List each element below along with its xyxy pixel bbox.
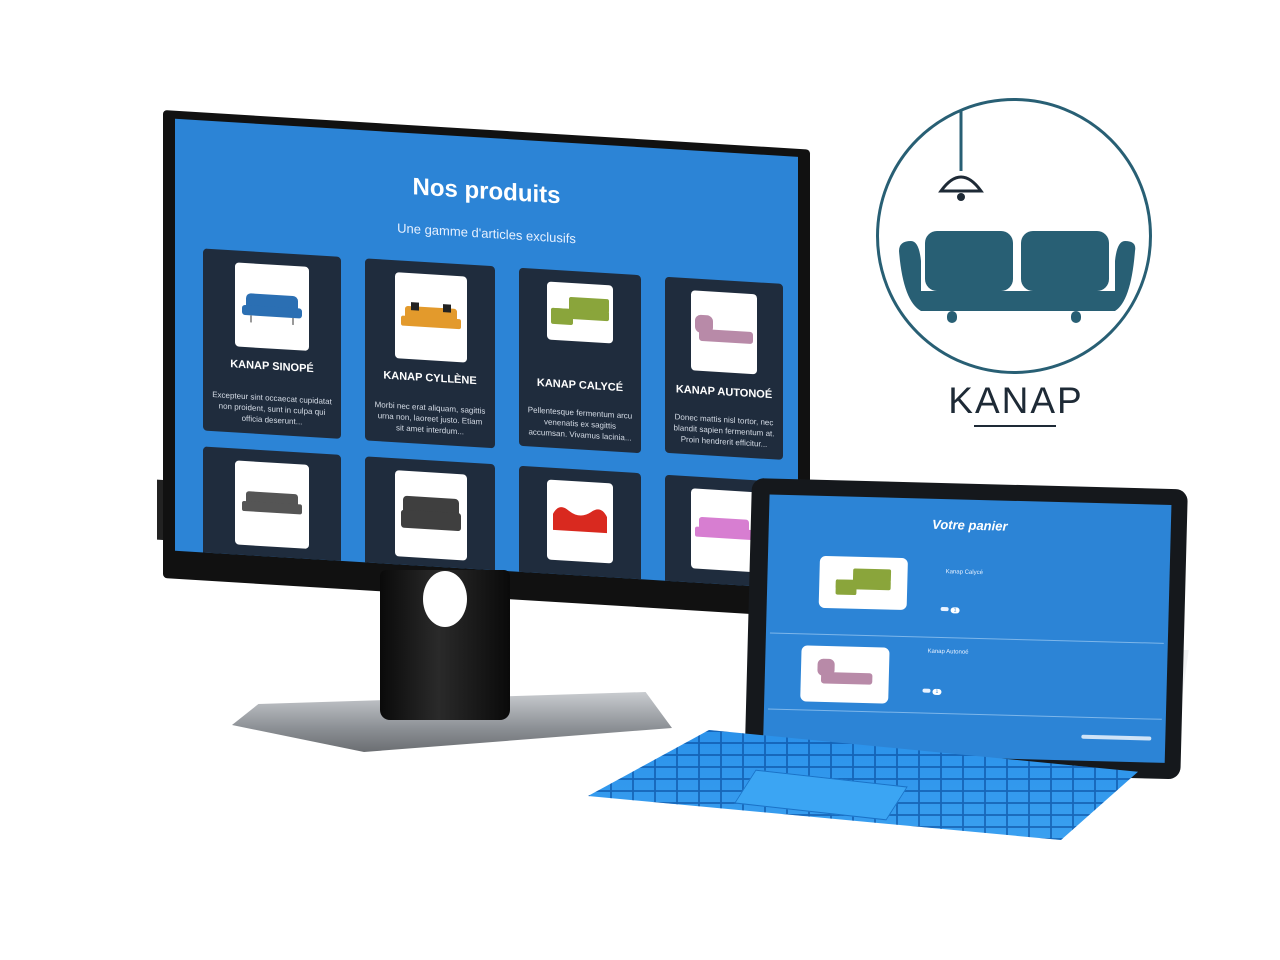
sofa-image (242, 293, 302, 326)
cart-item-name: Kanap Calycé (945, 569, 984, 577)
logo-underline (974, 425, 1056, 427)
product-image (691, 488, 757, 573)
sofa-image (401, 302, 461, 330)
product-card[interactable]: KANAP CYLLÈNE Morbi nec erat aliquam, sa… (365, 258, 495, 449)
product-image (547, 479, 613, 564)
product-image (691, 290, 757, 375)
cart-screen: Votre panier Kanap Calycé 1 Kanap Autono… (762, 494, 1172, 763)
desktop-monitor: Nos produits Une gamme d'articles exclus… (157, 110, 810, 618)
quantity-input[interactable]: 1 (950, 607, 960, 614)
cart-item-image (800, 645, 890, 704)
sofa-image (835, 568, 892, 596)
product-image (395, 272, 467, 363)
logo-wordmark: KANAP (948, 380, 1084, 421)
product-listing-screen: Nos produits Une gamme d'articles exclus… (175, 118, 798, 589)
sofa-image (695, 516, 753, 540)
tablet-device: Votre panier Kanap Calycé 1 Kanap Autono… (744, 478, 1188, 780)
monitor-stand-cable-hole (423, 571, 467, 627)
cart-total (1081, 734, 1152, 741)
sofa-image (817, 658, 873, 685)
sofa-image (401, 495, 461, 532)
product-name: KANAP AUTONOÉ (675, 383, 773, 402)
product-image (547, 281, 613, 344)
quantity-input[interactable]: 1 (932, 688, 942, 696)
sofa-image (242, 491, 302, 515)
product-card[interactable] (519, 465, 641, 589)
product-card[interactable] (203, 446, 341, 575)
sofa-image (695, 314, 753, 344)
product-description: Excepteur sint occaecat cupidatat non pr… (212, 390, 332, 427)
product-card[interactable]: KANAP SINOPÉ Excepteur sint occaecat cup… (203, 248, 341, 439)
product-name: KANAP CYLLÈNE (383, 369, 477, 388)
product-card[interactable]: KANAP CALYCÉ Pellentesque fermentum arcu… (519, 267, 641, 454)
cart-item-image (818, 555, 908, 611)
sofa-lamp-icon (899, 111, 1136, 323)
product-description: Donec mattis nisl tortor, nec blandit sa… (673, 412, 775, 449)
product-name: KANAP SINOPÉ (230, 358, 314, 376)
product-image (235, 460, 309, 549)
product-description: Morbi nec erat aliquam, sagittis urna no… (374, 399, 486, 437)
product-name: KANAP CALYCÉ (536, 376, 624, 395)
product-image (395, 470, 467, 561)
cart-title: Votre panier (931, 516, 1008, 534)
sofa-image (553, 507, 607, 534)
kanap-logo (876, 98, 1152, 374)
product-image (235, 262, 309, 351)
product-description: Pellentesque fermentum arcu venenatis ex… (527, 405, 633, 443)
quantity-label (922, 688, 931, 693)
cart-item-name: Kanap Autonoé (927, 648, 969, 656)
cart-divider (767, 708, 1162, 720)
sofa-image (551, 296, 609, 325)
product-card[interactable] (365, 456, 495, 585)
product-card[interactable]: KANAP AUTONOÉ Donec mattis nisl tortor, … (665, 276, 783, 460)
cart-divider (769, 632, 1164, 644)
monitor-side-ports (157, 479, 163, 540)
quantity-label (940, 606, 949, 612)
